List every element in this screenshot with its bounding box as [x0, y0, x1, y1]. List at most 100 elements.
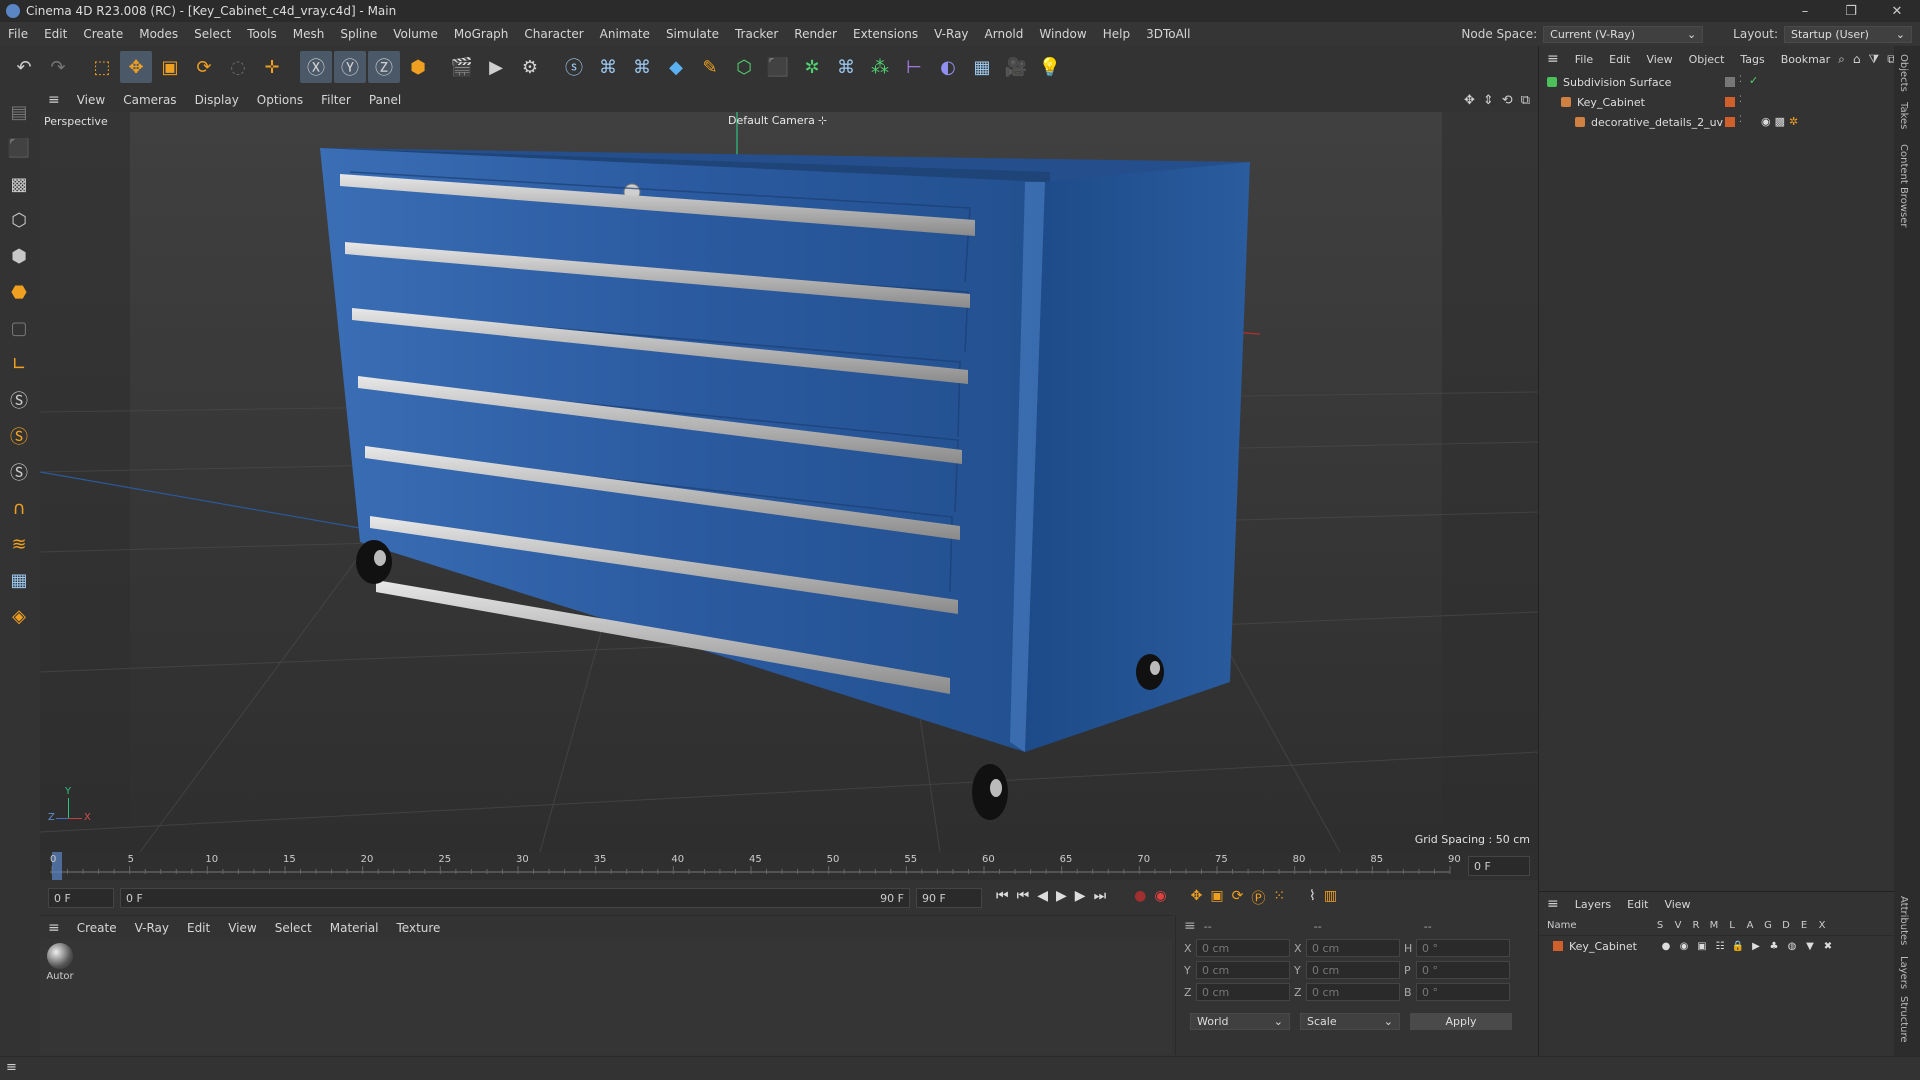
menu-edit[interactable]: Edit — [36, 27, 75, 41]
object-row[interactable]: Subdivision Surface ⁚ ✓ — [1539, 72, 1894, 92]
camera-label[interactable]: Default Camera ⊹ — [728, 114, 827, 127]
mat-menu-material[interactable]: Material — [321, 921, 388, 935]
tab-objects[interactable]: Objects — [1898, 54, 1909, 92]
xref-icon[interactable]: ✖ — [1819, 941, 1837, 952]
menu-render[interactable]: Render — [786, 27, 845, 41]
menu-3dtoall[interactable]: 3DToAll — [1138, 27, 1198, 41]
enabled-check-icon[interactable]: ✓ — [1749, 74, 1758, 87]
search-icon[interactable]: ⌕ — [1838, 52, 1845, 67]
dopesheet-icon[interactable]: ▥ — [1324, 888, 1337, 908]
key-param-icon[interactable]: Ⓟ — [1251, 888, 1265, 908]
goto-start-icon[interactable]: ⏮ — [996, 888, 1009, 908]
fcurve-icon[interactable]: ⌇ — [1309, 888, 1316, 908]
visibility-dots-icon[interactable]: ⁚ — [1739, 75, 1742, 85]
rotate-view-icon[interactable]: ⟲ — [1502, 93, 1513, 108]
menu-help[interactable]: Help — [1095, 27, 1138, 41]
vray-icon[interactable]: ⓢ — [558, 51, 590, 83]
layer-column-header[interactable]: G — [1759, 920, 1777, 931]
menu-simulate[interactable]: Simulate — [658, 27, 727, 41]
hamburger-icon[interactable]: ≡ — [1539, 896, 1567, 912]
coordinate-field[interactable]: 0 ° — [1416, 961, 1510, 979]
floor-icon[interactable]: ▦ — [966, 51, 998, 83]
menu-arnold[interactable]: Arnold — [977, 27, 1032, 41]
object-row[interactable]: Key_Cabinet ⁚ — [1539, 92, 1894, 112]
coordinate-space-dropdown[interactable]: World ⌄ — [1190, 1013, 1290, 1030]
redo-icon[interactable]: ↷ — [42, 51, 74, 83]
hamburger-icon[interactable]: ≡ — [40, 92, 68, 108]
render-region-icon[interactable]: 🎬 — [446, 51, 478, 83]
key-position-icon[interactable]: ✥ — [1191, 888, 1203, 908]
tab-layers[interactable]: Layers — [1898, 956, 1909, 989]
zoom-view-icon[interactable]: ⇕ — [1483, 93, 1494, 108]
move-tool-icon[interactable]: ✥ — [120, 51, 152, 83]
mograph-icon[interactable]: ✲ — [796, 51, 828, 83]
camera-icon[interactable]: 🎥 — [1000, 51, 1032, 83]
layer-column-header[interactable]: M — [1705, 920, 1723, 931]
menu-window[interactable]: Window — [1031, 27, 1094, 41]
menu-select[interactable]: Select — [186, 27, 239, 41]
coordinate-field[interactable]: 0 cm — [1306, 961, 1400, 979]
menu-mesh[interactable]: Mesh — [285, 27, 333, 41]
hamburger-icon[interactable]: ≡ — [1176, 918, 1204, 934]
pen-icon[interactable]: ✎ — [694, 51, 726, 83]
mat-menu-create[interactable]: Create — [68, 921, 126, 935]
tab-takes[interactable]: Takes — [1898, 102, 1909, 129]
hamburger-icon[interactable]: ≡ — [1539, 51, 1567, 67]
tag-icon[interactable]: ◐ — [932, 51, 964, 83]
texture-tag-icon[interactable]: ▩ — [1775, 115, 1785, 128]
menu-file[interactable]: File — [0, 27, 36, 41]
magnet-icon[interactable]: ∩ — [4, 492, 34, 524]
coordinate-field[interactable]: 0 cm — [1306, 939, 1400, 957]
menu-create[interactable]: Create — [75, 27, 131, 41]
animation-icon[interactable]: ▶ — [1747, 941, 1765, 952]
coordinate-mode-dropdown[interactable]: Scale ⌄ — [1300, 1013, 1400, 1030]
cube-icon[interactable]: ◆ — [660, 51, 692, 83]
render-view-icon[interactable]: ▶ — [480, 51, 512, 83]
tab-content-browser[interactable]: Content Browser — [1898, 144, 1909, 227]
obj-menu-view[interactable]: View — [1638, 53, 1680, 66]
z-axis-icon[interactable]: Ⓩ — [368, 51, 400, 83]
start-frame-field[interactable]: 0 F — [48, 888, 114, 908]
pan-view-icon[interactable]: ✥ — [1464, 93, 1475, 108]
layer-column-header[interactable]: S — [1651, 920, 1669, 931]
viewport-menu-view[interactable]: View — [68, 93, 114, 107]
home-icon[interactable]: ⌂ — [1853, 52, 1861, 67]
layer-color-icon[interactable] — [1553, 941, 1563, 951]
layer-column-header[interactable]: L — [1723, 920, 1741, 931]
filter-icon[interactable]: ⧩ — [1868, 52, 1879, 67]
key-scale-icon[interactable]: ▣ — [1210, 888, 1223, 908]
transform-icon[interactable]: ✛ — [256, 51, 288, 83]
minimize-button[interactable]: – — [1782, 4, 1828, 19]
layer-column-header[interactable]: X — [1813, 920, 1831, 931]
undo-icon[interactable]: ↶ — [8, 51, 40, 83]
menu-mograph[interactable]: MoGraph — [446, 27, 517, 41]
maximize-button[interactable]: ❐ — [1828, 4, 1874, 19]
viewport-perspective[interactable]: Perspective Default Camera ⊹ Grid Spacin… — [40, 112, 1538, 852]
mat-menu-texture[interactable]: Texture — [388, 921, 450, 935]
vray-tag-icon[interactable]: ✲ — [1789, 115, 1798, 128]
viewport-menu-filter[interactable]: Filter — [312, 93, 360, 107]
mat-menu-vray[interactable]: V-Ray — [126, 921, 178, 935]
current-frame-field[interactable]: 0 F — [1468, 856, 1530, 876]
last-tool-icon[interactable]: ◌ — [222, 51, 254, 83]
subdivision-icon[interactable]: ⬡ — [728, 51, 760, 83]
layer-menu-layers[interactable]: Layers — [1567, 898, 1619, 911]
next-frame-icon[interactable]: ▶ — [1075, 888, 1086, 908]
y-axis-icon[interactable]: Ⓨ — [334, 51, 366, 83]
axis-mode-icon[interactable]: ∟ — [4, 348, 34, 380]
render-settings-icon[interactable]: ⚙ — [514, 51, 546, 83]
coordinate-field[interactable]: 0 cm — [1196, 983, 1290, 1001]
visible-render-icon[interactable]: ▣ — [1693, 941, 1711, 952]
deformer-icon[interactable]: ⌘ — [830, 51, 862, 83]
menu-vray[interactable]: V-Ray — [926, 27, 976, 41]
snap-settings-icon[interactable]: Ⓢ — [4, 420, 34, 452]
end-frame-field[interactable]: 90 F — [916, 888, 982, 908]
cloner-icon[interactable]: ⁂ — [864, 51, 896, 83]
python-icon[interactable]: ⌘ — [592, 51, 624, 83]
coordinate-field[interactable]: 0 cm — [1306, 983, 1400, 1001]
model-mode-icon[interactable]: ⬛ — [4, 132, 34, 164]
viewport-menu-options[interactable]: Options — [248, 93, 312, 107]
record-keys-icon[interactable]: ● — [1134, 888, 1146, 908]
light-icon[interactable]: 💡 — [1034, 51, 1066, 83]
layer-color-icon[interactable] — [1725, 117, 1735, 127]
